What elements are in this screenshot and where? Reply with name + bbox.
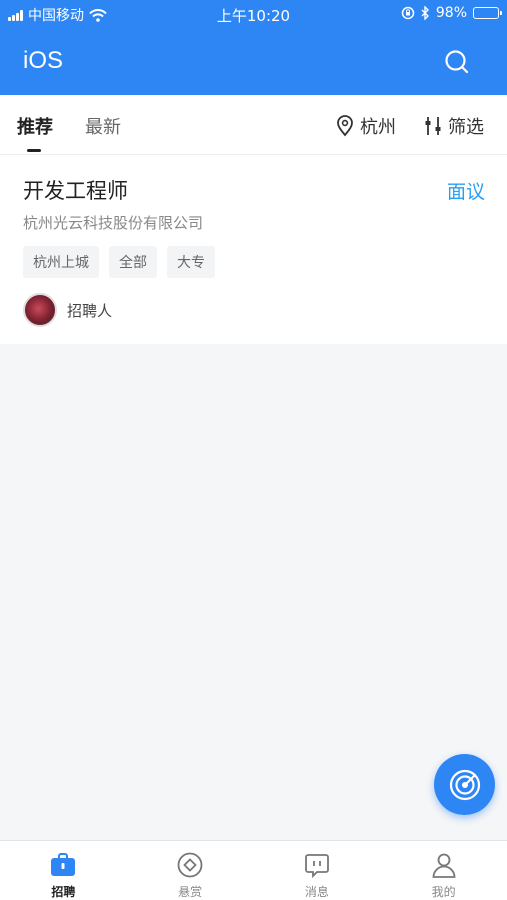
briefcase-icon: [48, 850, 78, 880]
tab-active-indicator: [27, 149, 41, 152]
filter-bar: 推荐 最新 杭州 筛选: [0, 95, 507, 154]
nav-item-recruit[interactable]: 招聘: [0, 841, 127, 900]
nav-item-profile[interactable]: 我的: [380, 841, 507, 900]
job-tags: 杭州上城 全部 大专: [23, 246, 215, 278]
recruiter: 招聘人: [23, 293, 112, 327]
search-button[interactable]: [443, 48, 471, 76]
company-name: 杭州光云科技股份有限公司: [23, 214, 204, 232]
avatar: [23, 293, 57, 327]
location-label: 杭州: [360, 117, 396, 138]
reward-icon: [175, 850, 205, 880]
nav-label-profile: 我的: [431, 885, 456, 899]
battery-icon: [473, 7, 502, 19]
location-pin-icon: [337, 115, 353, 137]
filter-button[interactable]: 筛选: [424, 113, 484, 139]
orientation-lock-icon: [401, 6, 415, 20]
search-icon: [445, 50, 469, 74]
status-right: 98%: [401, 5, 502, 21]
tag-district: 杭州上城: [23, 246, 99, 278]
radar-icon: [449, 769, 480, 800]
radar-fab-button[interactable]: [434, 754, 495, 815]
filter-label: 筛选: [448, 117, 484, 138]
recruiter-label: 招聘人: [67, 301, 113, 320]
nav-label-reward: 悬赏: [178, 885, 203, 899]
job-salary: 面议: [446, 181, 485, 203]
user-icon: [429, 850, 459, 880]
bluetooth-icon: [421, 6, 429, 20]
nav-item-reward[interactable]: 悬赏: [127, 841, 254, 900]
nav-label-messages: 消息: [304, 885, 329, 899]
nav-label-recruit: 招聘: [51, 885, 76, 899]
location-filter[interactable]: 杭州: [336, 113, 396, 139]
app-header: iOS: [0, 28, 507, 95]
battery-percent: 98%: [435, 5, 467, 21]
job-title: 开发工程师: [23, 179, 128, 203]
tag-education: 大专: [167, 246, 215, 278]
filter-sliders-icon: [425, 117, 441, 135]
message-icon: [302, 850, 332, 880]
tab-latest[interactable]: 最新: [85, 113, 121, 139]
bottom-nav: 招聘 悬赏 消息 我的: [0, 840, 507, 900]
page-title: iOS: [23, 47, 64, 74]
status-bar: 中国移动 上午10:20 98%: [0, 0, 507, 28]
job-card[interactable]: 开发工程师 面议 杭州光云科技股份有限公司 杭州上城 全部 大专 招聘人: [0, 154, 507, 344]
tag-experience: 全部: [109, 246, 157, 278]
nav-item-messages[interactable]: 消息: [254, 841, 381, 900]
tab-recommended[interactable]: 推荐: [17, 113, 53, 139]
